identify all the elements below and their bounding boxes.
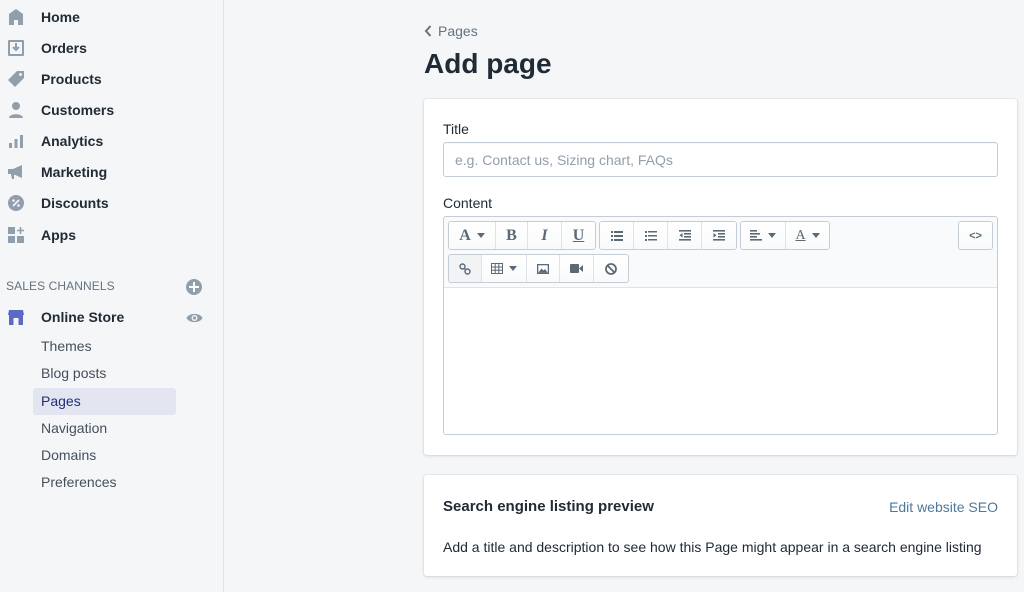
view-store-eye-icon[interactable] bbox=[186, 311, 203, 329]
sales-channels-title: SALES CHANNELS bbox=[6, 279, 115, 293]
video-icon bbox=[570, 264, 583, 273]
nav-label: Home bbox=[41, 9, 80, 25]
store-icon bbox=[6, 307, 26, 327]
breadcrumb-back-link[interactable]: Pages bbox=[424, 23, 478, 39]
insert-video-button[interactable] bbox=[560, 255, 594, 282]
rich-text-editor: A B I U A <> bbox=[443, 216, 998, 435]
format-group: A B I U bbox=[448, 221, 596, 250]
clear-formatting-icon bbox=[605, 262, 617, 275]
discount-icon bbox=[6, 193, 26, 213]
image-icon bbox=[537, 263, 549, 274]
link-button[interactable] bbox=[449, 255, 482, 282]
nav-label: Marketing bbox=[41, 164, 108, 180]
underline-button[interactable]: U bbox=[562, 222, 595, 249]
nav-label: Online Store bbox=[41, 309, 125, 325]
indent-icon bbox=[713, 230, 725, 241]
nav-item-products[interactable]: Products bbox=[0, 65, 224, 93]
seo-preview-title: Search engine listing preview bbox=[443, 498, 654, 515]
nav-item-analytics[interactable]: Analytics bbox=[0, 127, 224, 155]
numbered-list-button[interactable] bbox=[634, 222, 668, 249]
seo-preview-description: Add a title and description to see how t… bbox=[443, 539, 982, 555]
editor-toolbar: A B I U A <> bbox=[444, 217, 997, 288]
nav-label: Orders bbox=[41, 40, 87, 56]
outdent-icon bbox=[678, 230, 691, 241]
insert-group bbox=[448, 254, 629, 283]
nav-item-marketing[interactable]: Marketing bbox=[0, 158, 224, 186]
link-icon bbox=[459, 262, 471, 275]
align-left-icon bbox=[750, 230, 762, 241]
chevron-left-icon bbox=[424, 25, 432, 37]
text-color-dropdown[interactable]: A bbox=[786, 222, 829, 249]
chevron-down-icon bbox=[476, 233, 485, 238]
sub-item-preferences[interactable]: Preferences bbox=[33, 469, 176, 496]
nav-item-customers[interactable]: Customers bbox=[0, 96, 224, 124]
italic-button[interactable]: I bbox=[528, 222, 562, 249]
sub-item-navigation[interactable]: Navigation bbox=[33, 415, 176, 442]
nav-item-apps[interactable]: Apps bbox=[0, 221, 224, 249]
title-label: Title bbox=[443, 121, 469, 137]
outdent-button[interactable] bbox=[668, 222, 702, 249]
breadcrumb-label: Pages bbox=[438, 23, 478, 39]
list-group bbox=[599, 221, 737, 250]
nav-label: Discounts bbox=[41, 195, 109, 211]
html-source-button[interactable]: <> bbox=[959, 222, 992, 249]
chevron-down-icon bbox=[811, 233, 820, 238]
edit-website-seo-link[interactable]: Edit website SEO bbox=[889, 499, 998, 515]
sub-item-pages[interactable]: Pages bbox=[33, 388, 176, 415]
content-editable-area[interactable] bbox=[444, 289, 997, 434]
html-group: <> bbox=[958, 221, 993, 250]
nav-label: Apps bbox=[41, 227, 76, 243]
indent-button[interactable] bbox=[702, 222, 736, 249]
content-label: Content bbox=[443, 195, 493, 211]
align-dropdown[interactable] bbox=[741, 222, 786, 249]
bar-chart-icon bbox=[6, 131, 26, 151]
nav-label: Products bbox=[41, 71, 102, 87]
orders-icon bbox=[6, 38, 26, 58]
nav-label: Customers bbox=[41, 102, 115, 118]
align-color-group: A bbox=[740, 221, 830, 250]
nav-item-discounts[interactable]: Discounts bbox=[0, 189, 224, 217]
sub-item-blog-posts[interactable]: Blog posts bbox=[33, 360, 176, 387]
home-icon bbox=[6, 7, 26, 27]
nav-item-home[interactable]: Home bbox=[0, 3, 224, 31]
person-icon bbox=[6, 100, 26, 120]
nav-label: Analytics bbox=[41, 133, 104, 149]
seo-preview-card: Search engine listing preview Edit websi… bbox=[424, 475, 1017, 576]
font-style-dropdown[interactable]: A bbox=[449, 222, 496, 249]
add-sales-channel-icon[interactable] bbox=[186, 279, 202, 295]
page-title: Add page bbox=[424, 48, 552, 79]
sub-item-themes[interactable]: Themes bbox=[33, 333, 176, 360]
chevron-down-icon bbox=[768, 233, 776, 238]
numbered-list-icon bbox=[644, 230, 657, 241]
apps-icon bbox=[6, 225, 26, 245]
sidebar: Home Orders Products Customers Analytics… bbox=[0, 0, 224, 592]
page-content-card: Title Content A B I U bbox=[424, 99, 1017, 455]
megaphone-icon bbox=[6, 162, 26, 182]
font-label: A bbox=[459, 226, 471, 244]
nav-item-orders[interactable]: Orders bbox=[0, 34, 224, 62]
bold-button[interactable]: B bbox=[496, 222, 528, 249]
chevron-down-icon bbox=[509, 266, 517, 271]
table-dropdown[interactable] bbox=[482, 255, 527, 282]
tag-icon bbox=[6, 69, 26, 89]
title-input[interactable] bbox=[443, 142, 998, 177]
insert-image-button[interactable] bbox=[527, 255, 560, 282]
text-color-icon: A bbox=[795, 227, 806, 243]
bullet-list-button[interactable] bbox=[600, 222, 634, 249]
sub-item-domains[interactable]: Domains bbox=[33, 442, 176, 469]
table-icon bbox=[491, 263, 503, 274]
clear-formatting-button[interactable] bbox=[594, 255, 628, 282]
bullet-list-icon bbox=[610, 230, 623, 241]
